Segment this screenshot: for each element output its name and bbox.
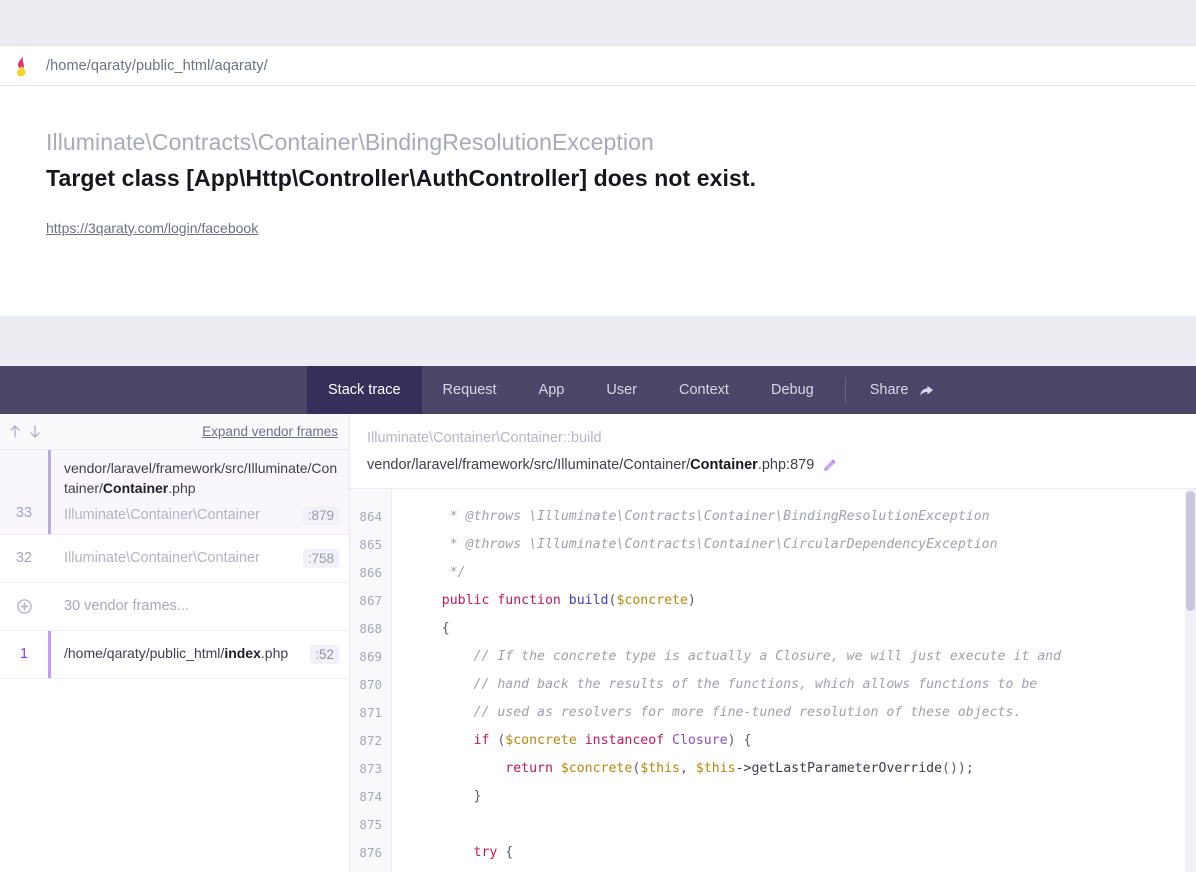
vendor-frames-toggle[interactable] [0, 583, 48, 630]
code-scrollbar-track[interactable] [1185, 489, 1196, 872]
vendor-frames-label: 30 vendor frames... [64, 598, 189, 615]
frame-file-path: vendor/laravel/framework/src/Illuminate/… [64, 460, 338, 496]
code-line-number: 872 [359, 733, 382, 749]
frame-line-number: :52 [310, 644, 339, 664]
plus-circle-icon [16, 598, 32, 614]
tab-navbar: Stack trace Request App User Context Deb… [0, 366, 1196, 414]
share-button[interactable]: Share [856, 366, 949, 414]
frame-line-number: :879 [302, 505, 339, 525]
vendor-frames-group[interactable]: 30 vendor frames... [0, 583, 349, 631]
code-content: * @throws \Illuminate\Contracts\Containe… [392, 489, 1196, 872]
tab-context[interactable]: Context [658, 366, 750, 414]
code-line: // hand back the results of the function… [410, 677, 1038, 693]
code-line: // used as resolvers for more fine-tuned… [410, 705, 1022, 721]
frame-row-32[interactable]: 32 Illuminate\Container\Container :758 [0, 535, 349, 583]
code-line-number: 869 [359, 649, 382, 665]
frame-number: 33 [15, 504, 33, 521]
exception-url-link[interactable]: https://3qaraty.com/login/facebook [46, 220, 258, 236]
code-line: } [410, 789, 482, 805]
code-gutter: 864 865 866 867 868 869 870 871 872 873 … [350, 489, 392, 872]
arrow-up-icon[interactable] [8, 424, 22, 439]
frames-sidebar-header: Expand vendor frames [0, 414, 349, 450]
code-line: * @throws \Illuminate\Contracts\Containe… [410, 537, 998, 553]
frame-file-path: /home/qaraty/public_html/index.php [64, 645, 289, 662]
code-header-file: vendor/laravel/framework/src/Illuminate/… [367, 455, 1196, 475]
tab-user[interactable]: User [585, 366, 658, 414]
code-line-number: 868 [359, 621, 382, 637]
code-line: if ($concrete instanceof Closure) { [410, 733, 752, 749]
code-panel: Illuminate\Container\Container::build ve… [350, 414, 1196, 872]
frame-row-33[interactable]: 33 vendor/laravel/framework/src/Illumina… [0, 450, 349, 535]
code-line: $reflector = new ReflectionClass($concre… [410, 867, 1196, 872]
code-line: * @throws \Illuminate\Contracts\Containe… [410, 509, 990, 525]
exception-class: Illuminate\Contracts\Container\BindingRe… [46, 129, 654, 155]
path-text: /home/qaraty/public_html/aqaraty/ [46, 57, 268, 74]
code-line-number: 874 [359, 789, 382, 805]
code-line: { [410, 621, 450, 637]
code-line-number: 873 [359, 761, 382, 777]
frame-number: 1 [19, 646, 29, 663]
code-line-number: 867 [359, 593, 382, 609]
stack-trace-body: Expand vendor frames 33 vendor/laravel/f… [0, 414, 1196, 872]
code-line: return $concrete($this, $this->getLastPa… [410, 761, 974, 777]
arrow-down-icon[interactable] [28, 424, 42, 439]
code-line-number: 875 [359, 817, 382, 833]
expand-vendor-frames-link[interactable]: Expand vendor frames [202, 424, 338, 439]
share-label: Share [869, 382, 909, 398]
tab-app[interactable]: App [518, 366, 586, 414]
frame-class-name: Illuminate\Container\Container [64, 507, 260, 524]
code-line-number: 876 [359, 845, 382, 861]
path-bar: /home/qaraty/public_html/aqaraty/ [0, 46, 1196, 86]
pencil-icon[interactable] [823, 458, 837, 472]
code-line-number: 865 [359, 537, 382, 553]
exception-message: Target class [App\Http\Controller\AuthCo… [46, 164, 757, 191]
code-line-number: 866 [359, 565, 382, 581]
frame-number: 32 [15, 550, 33, 567]
code-line-number: 870 [359, 677, 382, 693]
frame-class-name: Illuminate\Container\Container [64, 550, 260, 567]
code-panel-header: Illuminate\Container\Container::build ve… [350, 414, 1196, 490]
frame-line-number: :758 [302, 548, 339, 568]
share-arrow-icon [919, 383, 934, 398]
code-line: // If the concrete type is actually a Cl… [410, 649, 1062, 665]
nav-divider [844, 377, 846, 403]
code-header-class: Illuminate\Container\Container::build [367, 430, 602, 446]
tab-request[interactable]: Request [422, 366, 518, 414]
code-line: */ [410, 565, 466, 581]
code-line: try { [410, 845, 514, 861]
laravel-flame-icon [14, 55, 32, 77]
code-line-number: 871 [359, 705, 382, 721]
frame-nav-arrows [8, 424, 42, 439]
top-gray-band [0, 0, 1196, 46]
tab-debug[interactable]: Debug [750, 366, 835, 414]
exception-header: Illuminate\Contracts\Container\BindingRe… [0, 86, 1196, 316]
frame-row-1[interactable]: 1 /home/qaraty/public_html/index.php :52 [0, 630, 349, 679]
code-scroll-area[interactable]: 864 865 866 867 868 869 870 871 872 873 … [350, 489, 1196, 872]
mid-gray-band [0, 316, 1196, 366]
tab-stack-trace[interactable]: Stack trace [307, 366, 422, 414]
frames-sidebar: Expand vendor frames 33 vendor/laravel/f… [0, 414, 350, 872]
code-scrollbar-thumb[interactable] [1186, 491, 1195, 612]
code-line-number: 864 [359, 509, 382, 525]
code-line-number: 877 [350, 867, 391, 872]
code-line: public function build($concrete) [410, 593, 696, 609]
